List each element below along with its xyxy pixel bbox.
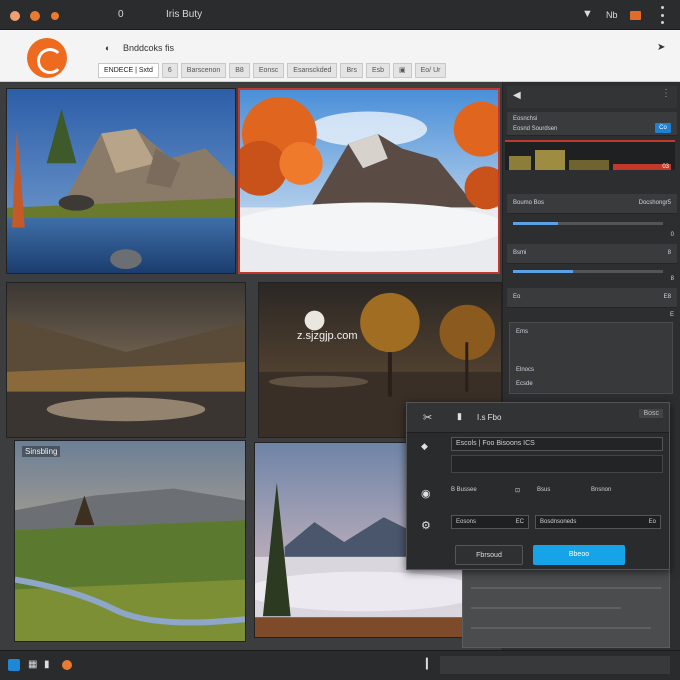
- slider-track[interactable]: [513, 270, 663, 273]
- tab[interactable]: Brs: [340, 63, 363, 78]
- histogram-bar: [569, 160, 609, 170]
- panel-label: Eosnd Sourdsen: [513, 126, 558, 132]
- bars-icon[interactable]: ▎: [426, 659, 434, 670]
- panel-label: Bsmi: [513, 250, 527, 256]
- status-bar: ▦ ▮ ▎: [0, 650, 680, 680]
- dialog-title: I.s Fbo: [477, 413, 502, 422]
- input-field-2[interactable]: Bosdnsoneds Eo: [535, 515, 661, 529]
- panel-nav-icon[interactable]: ◀: [513, 90, 521, 101]
- minimize-window-button[interactable]: [30, 11, 40, 21]
- download-arrow-icon[interactable]: ▼: [582, 8, 593, 20]
- divider: [471, 607, 621, 609]
- panel-value: E8: [663, 294, 671, 300]
- section-value2: Bnsnon: [591, 487, 612, 493]
- panel-value: Docshongr5: [638, 200, 671, 206]
- address-text[interactable]: Bnddcoks fis: [123, 43, 174, 53]
- confirm-button[interactable]: Bbeoo: [533, 545, 625, 565]
- tab[interactable]: B8: [229, 63, 250, 78]
- section-label: B Bussee: [451, 487, 477, 493]
- section-value: Bsus: [537, 487, 551, 493]
- grid-icon[interactable]: ▦: [28, 659, 37, 670]
- tab[interactable]: Barscenon: [180, 63, 227, 78]
- input-value: Eo: [648, 519, 656, 525]
- divider: [471, 587, 661, 589]
- address-icon: ◐: [105, 43, 111, 53]
- lower-overlay-panel: [462, 568, 670, 648]
- tab[interactable]: 6: [161, 63, 178, 78]
- watermark: z.sjzgjp.com: [297, 330, 358, 342]
- photo-lake-rocks[interactable]: [6, 88, 236, 274]
- panel-section-doc: Boumo Bos Docshongr5: [507, 194, 677, 214]
- settings-icon[interactable]: ⚙: [421, 519, 431, 532]
- input-value: EC: [515, 519, 524, 525]
- title-bar: 0 Iris Buty ▼ Nb: [0, 0, 680, 30]
- dialog-close-button[interactable]: Bosc: [639, 409, 663, 418]
- photo-autumn-mountain[interactable]: [238, 88, 500, 274]
- share-arrow-icon[interactable]: ➤: [657, 42, 665, 53]
- close-window-button[interactable]: [10, 11, 20, 21]
- panel-section-info: Eosnchsi Eosnd Sourdsen Co: [507, 112, 677, 136]
- divider: [471, 627, 651, 629]
- folder-icon[interactable]: [630, 11, 641, 20]
- panel-label: Boumo Bos: [513, 200, 545, 206]
- tab[interactable]: ENDECE | Sxtd: [98, 63, 159, 78]
- photo-caption: Sinsbling: [22, 446, 61, 457]
- panel-header: ◀ ⋮: [507, 86, 677, 108]
- tab[interactable]: Eo/ Ur: [414, 63, 447, 78]
- photo-moody-valley[interactable]: [6, 282, 246, 438]
- tools-icon[interactable]: ✂: [423, 411, 432, 424]
- input-label: Bosdnsoneds: [540, 519, 577, 525]
- tab[interactable]: Esb: [365, 63, 390, 78]
- tab-counter: 0: [118, 9, 124, 20]
- more-vertical-icon[interactable]: [661, 6, 664, 24]
- zoom-window-button[interactable]: [51, 12, 59, 20]
- list-icon[interactable]: ▮: [44, 659, 50, 670]
- photo-green-valley[interactable]: [14, 440, 246, 642]
- panel-value: 0: [670, 232, 674, 238]
- panel-label: Ecsde: [516, 381, 533, 387]
- tab-bar: ENDECE | Sxtd 6 Barscenon B8 Eonsc Esansckded…: [98, 62, 447, 79]
- panel-section-b: Bsmi 8: [507, 244, 677, 264]
- histogram-bar: [509, 156, 531, 170]
- histogram-bar: [535, 150, 565, 170]
- cancel-button[interactable]: Fbrsoud: [455, 545, 523, 565]
- panel-chip[interactable]: Co: [655, 123, 671, 133]
- slider-fill: [513, 222, 558, 225]
- eye-icon[interactable]: ◉: [421, 487, 431, 500]
- panel-section-e: Eo E8: [507, 288, 677, 308]
- panel-label: Eo: [513, 294, 521, 300]
- window-title: Iris Buty: [166, 9, 203, 20]
- toolbar: ◐ Bnddcoks fis ➤ ENDECE | Sxtd 6 Barscenon…: [0, 30, 680, 82]
- record-icon[interactable]: [62, 660, 72, 670]
- input-field-1[interactable]: Eosons EC: [451, 515, 529, 529]
- tab[interactable]: ▣: [393, 63, 412, 78]
- panel-label: Eosnchsi: [513, 116, 538, 122]
- app-logo[interactable]: [27, 38, 67, 78]
- dialog-header: ✂ ▮ I.s Fbo Bosc: [407, 403, 669, 433]
- panel-value: E: [669, 312, 674, 318]
- app-icon[interactable]: [8, 659, 20, 671]
- tab[interactable]: Esansckded: [287, 63, 338, 78]
- histogram: 03: [505, 140, 675, 170]
- edit-dialog: ✂ ▮ I.s Fbo Bosc ◆ Escols | Foo Bisoons …: [406, 402, 670, 570]
- timeline-track[interactable]: [440, 656, 670, 674]
- panel-more-icon[interactable]: ⋮: [661, 88, 671, 99]
- slider-track[interactable]: [513, 222, 663, 225]
- input-label: Eosons: [456, 519, 477, 525]
- link-icon[interactable]: ⊡: [515, 487, 520, 494]
- panel-value: 8: [670, 276, 674, 282]
- tab[interactable]: Eonsc: [252, 63, 285, 78]
- slider-fill: [513, 270, 573, 273]
- panel-subsection: Ems Elnocs Ecsde: [509, 322, 673, 394]
- image-icon: ▮: [457, 411, 462, 421]
- toolbar-label: Nb: [606, 10, 618, 20]
- name-field[interactable]: Escols | Foo Bisoons ICS: [451, 437, 663, 451]
- description-field[interactable]: [451, 455, 663, 473]
- histogram-value: 03: [662, 164, 669, 170]
- warning-icon: ◆: [421, 441, 428, 451]
- panel-value: 8: [667, 250, 671, 256]
- panel-label: Ems: [516, 329, 528, 335]
- panel-label: Elnocs: [516, 367, 535, 373]
- app-window: 0 Iris Buty ▼ Nb ◐ Bnddcoks fis ➤ ENDECE…: [0, 0, 680, 680]
